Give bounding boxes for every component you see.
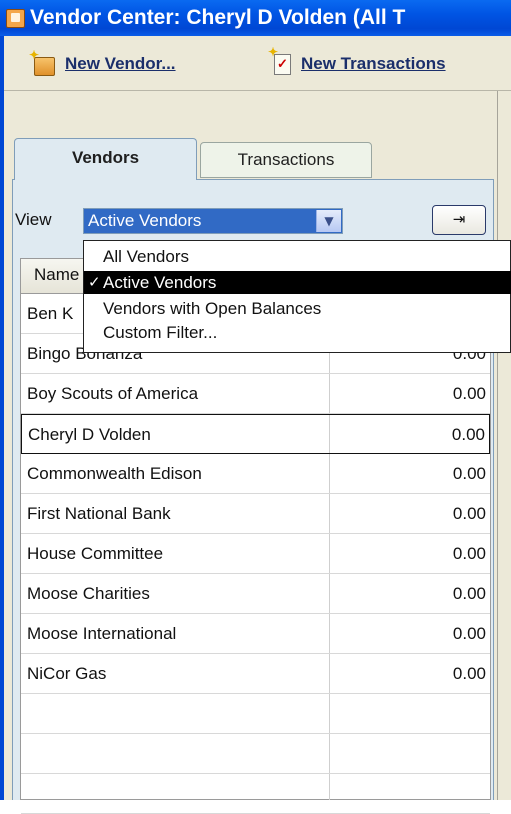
tab-transactions[interactable]: Transactions bbox=[200, 142, 372, 178]
vendor-balance: 0.00 bbox=[452, 544, 486, 563]
new-transactions-icon bbox=[268, 45, 291, 75]
table-row[interactable]: First National Bank 0.00 bbox=[21, 494, 490, 534]
window-title: Vendor Center: Cheryl D Volden (All T bbox=[30, 6, 406, 29]
option-label: Active Vendors bbox=[103, 273, 217, 292]
checkmark-icon: ✓ bbox=[88, 274, 101, 291]
table-row[interactable]: Moose International 0.00 bbox=[21, 614, 490, 654]
table-row[interactable]: Boy Scouts of America 0.00 bbox=[21, 374, 490, 414]
vendor-name: Moose International bbox=[27, 624, 177, 643]
vendor-balance: 0.00 bbox=[452, 664, 486, 683]
table-row[interactable]: Cheryl D Volden 0.00 bbox=[21, 414, 490, 454]
new-vendor-icon bbox=[29, 48, 55, 76]
dropdown-option-all-vendors[interactable]: All Vendors bbox=[84, 245, 511, 268]
empty-row bbox=[21, 774, 490, 814]
vendor-balance: 0.00 bbox=[452, 384, 486, 403]
vendor-name: Commonwealth Edison bbox=[27, 464, 202, 483]
vendor-balance: 0.00 bbox=[451, 425, 485, 444]
expand-arrow-icon: ⇥ bbox=[452, 210, 466, 228]
window-frame bbox=[0, 36, 4, 800]
vendor-name: House Committee bbox=[27, 544, 164, 563]
dropdown-option-active-vendors[interactable]: ✓ Active Vendors bbox=[84, 271, 511, 294]
vendor-balance: 0.00 bbox=[452, 464, 486, 483]
new-vendor-button[interactable]: New Vendor... bbox=[29, 48, 176, 80]
new-vendor-label: New Vendor... bbox=[65, 54, 176, 73]
empty-row bbox=[21, 694, 490, 734]
empty-row bbox=[21, 734, 490, 774]
dropdown-option-open-balances[interactable]: Vendors with Open Balances bbox=[84, 297, 511, 320]
table-row[interactable]: House Committee 0.00 bbox=[21, 534, 490, 574]
option-label: Custom Filter... bbox=[103, 323, 218, 342]
title-bar[interactable]: Vendor Center: Cheryl D Volden (All T bbox=[0, 0, 511, 36]
table-row[interactable]: Commonwealth Edison 0.00 bbox=[21, 454, 490, 494]
vendor-balance: 0.00 bbox=[452, 504, 486, 523]
expand-button[interactable]: ⇥ bbox=[432, 205, 486, 235]
column-header-name[interactable]: Name bbox=[34, 265, 79, 285]
toolbar: New Vendor... New Transactions bbox=[4, 38, 511, 91]
vendor-name: NiCor Gas bbox=[27, 664, 107, 683]
vendor-center-icon bbox=[6, 9, 25, 28]
view-selected-value: Active Vendors bbox=[88, 211, 202, 230]
view-label: View bbox=[15, 210, 52, 229]
tab-vendors[interactable]: Vendors bbox=[14, 138, 197, 180]
new-transactions-label: New Transactions bbox=[301, 54, 446, 73]
new-transactions-button[interactable]: New Transactions bbox=[268, 45, 446, 80]
vendor-balance: 0.00 bbox=[452, 584, 486, 603]
vendor-name: First National Bank bbox=[27, 504, 171, 523]
dropdown-option-custom-filter[interactable]: Custom Filter... bbox=[84, 321, 511, 344]
vendor-name: Cheryl D Volden bbox=[28, 425, 151, 444]
option-label: Vendors with Open Balances bbox=[103, 299, 322, 318]
pane-splitter[interactable] bbox=[497, 91, 511, 800]
table-row[interactable]: NiCor Gas 0.00 bbox=[21, 654, 490, 694]
vendor-name: Ben K bbox=[27, 304, 74, 323]
chevron-down-icon[interactable]: ▼ bbox=[316, 210, 341, 232]
view-dropdown-menu: All Vendors ✓ Active Vendors Vendors wit… bbox=[83, 240, 511, 353]
table-row[interactable]: Moose Charities 0.00 bbox=[21, 574, 490, 614]
vendor-balance: 0.00 bbox=[452, 624, 486, 643]
option-label: All Vendors bbox=[103, 247, 189, 266]
view-select[interactable]: Active Vendors ▼ bbox=[83, 208, 343, 234]
vendor-name: Boy Scouts of America bbox=[27, 384, 199, 403]
vendor-name: Moose Charities bbox=[27, 584, 150, 603]
